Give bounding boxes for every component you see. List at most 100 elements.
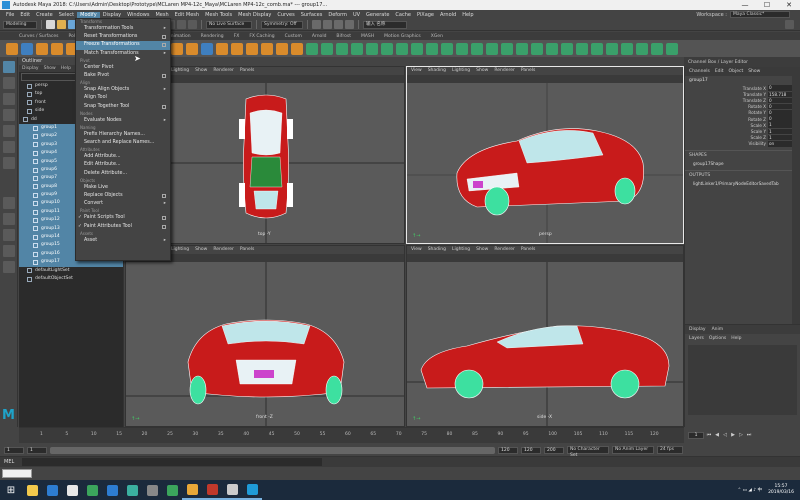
step-back-icon[interactable]: ◀ bbox=[714, 432, 720, 438]
shelf-tool-icon[interactable] bbox=[366, 42, 378, 55]
menu-item-snap-together-tool[interactable]: Snap Together Tool bbox=[76, 103, 170, 111]
viewport-menu-renderer[interactable]: Renderer bbox=[213, 67, 234, 75]
shelf-tool-icon[interactable] bbox=[231, 42, 243, 55]
taskbar-app-icon[interactable] bbox=[102, 480, 122, 500]
outliner-menu-help[interactable]: Help bbox=[61, 65, 71, 72]
attribute-value-field[interactable]: 158.718 bbox=[768, 91, 794, 98]
shelf-tool-icon[interactable] bbox=[351, 42, 363, 55]
viewport-menu-view[interactable]: View bbox=[411, 246, 422, 254]
snap-plane-icon[interactable] bbox=[188, 20, 197, 29]
menu-item-freeze-transformations[interactable]: Freeze Transformations bbox=[76, 41, 170, 50]
shelf-tab-motion-graphics[interactable]: Motion Graphics bbox=[379, 34, 426, 39]
close-button[interactable]: ✕ bbox=[778, 1, 800, 9]
outliner-item[interactable]: defaultObjectSet bbox=[19, 275, 123, 283]
shelf-tab-fx[interactable]: FX bbox=[229, 34, 245, 39]
viewport-menu-lighting[interactable]: Lighting bbox=[452, 67, 470, 75]
open-scene-icon[interactable] bbox=[57, 20, 66, 29]
step-forward-icon[interactable]: ▷ bbox=[738, 432, 744, 438]
ipr-render-icon[interactable] bbox=[334, 20, 343, 29]
shelf-tool-icon[interactable] bbox=[576, 42, 588, 55]
render-current-icon[interactable] bbox=[323, 20, 332, 29]
viewport-menu-panels[interactable]: Panels bbox=[240, 246, 254, 254]
menu-set-dropdown[interactable]: Modeling bbox=[3, 20, 37, 29]
scale-tool-icon[interactable] bbox=[3, 141, 15, 153]
rotate-tool-icon[interactable] bbox=[3, 125, 15, 137]
shelf-tool-icon[interactable] bbox=[201, 42, 213, 55]
shelf-tab-arnold[interactable]: Arnold bbox=[307, 34, 332, 39]
shelf-tab-mash[interactable]: MASH bbox=[356, 34, 379, 39]
shelf-tool-icon[interactable] bbox=[546, 42, 558, 55]
play-back-icon[interactable]: ◁ bbox=[722, 432, 728, 438]
shelf-tool-icon[interactable] bbox=[51, 42, 63, 55]
shelf-tool-icon[interactable] bbox=[291, 42, 303, 55]
range-slider-bar[interactable] bbox=[50, 446, 495, 454]
fps-dropdown[interactable]: 24 fps bbox=[657, 446, 683, 454]
shelf-tool-icon[interactable] bbox=[561, 42, 573, 55]
layer-tab-anim[interactable]: Anim bbox=[712, 327, 724, 332]
shelf-tool-icon[interactable] bbox=[471, 42, 483, 55]
attribute-value-field[interactable]: 1 bbox=[768, 128, 794, 135]
viewport-front[interactable]: ViewShadingLightingShowRendererPanels ↑→… bbox=[125, 245, 405, 427]
menu-item-evaluate-nodes[interactable]: Evaluate Nodes ▸ bbox=[76, 117, 170, 125]
attribute-value-field[interactable]: 0 bbox=[768, 103, 794, 110]
max-frame-field[interactable]: 200 bbox=[544, 446, 564, 454]
attribute-value-field[interactable]: 0 bbox=[768, 110, 794, 116]
menu-mesh-display[interactable]: Mesh Display bbox=[235, 12, 274, 18]
shelf-tool-icon[interactable] bbox=[456, 42, 468, 55]
menu-edit[interactable]: Edit bbox=[17, 12, 33, 18]
single-pane-layout-icon[interactable] bbox=[3, 197, 15, 209]
viewport-menu-panels[interactable]: Panels bbox=[521, 67, 535, 75]
shelf-tool-icon[interactable] bbox=[336, 42, 348, 55]
viewport-menu-renderer[interactable]: Renderer bbox=[494, 246, 515, 254]
side-panel-tabs[interactable] bbox=[792, 67, 800, 327]
menu-item-convert[interactable]: Convert ▸ bbox=[76, 200, 170, 208]
outputs-node[interactable]: lightLinker1/PrimaryNodeEditorSavedTab bbox=[685, 180, 800, 187]
menu-item-transformation-tools[interactable]: Transformation Tools ▸ bbox=[76, 25, 170, 33]
menu-item-search-and-replace-names[interactable]: Search and Replace Names... bbox=[76, 139, 170, 147]
outliner-item[interactable]: defaultLightSet bbox=[19, 267, 123, 275]
shelf-tool-icon[interactable] bbox=[531, 42, 543, 55]
end-frame-field[interactable]: 120 bbox=[521, 446, 541, 454]
menu-item-align-tool[interactable]: Align Tool bbox=[76, 94, 170, 102]
minimized-window[interactable] bbox=[2, 469, 32, 478]
layer-menu-layers[interactable]: Layers bbox=[689, 336, 704, 341]
shelf-tool-icon[interactable] bbox=[636, 42, 648, 55]
option-box-icon[interactable] bbox=[162, 73, 166, 78]
viewport-menu-lighting[interactable]: Lighting bbox=[452, 246, 470, 254]
menu-item-snap-align-objects[interactable]: Snap Align Objects ▸ bbox=[76, 86, 170, 94]
channel-box-menu-edit[interactable]: Edit bbox=[715, 69, 724, 74]
graph-layout-icon[interactable] bbox=[3, 261, 15, 273]
taskbar-app-icon[interactable] bbox=[142, 480, 162, 500]
attribute-value-field[interactable]: 0 bbox=[768, 116, 794, 122]
outliner-menu-display[interactable]: Display bbox=[22, 65, 39, 72]
viewport-menu-lighting[interactable]: Lighting bbox=[171, 246, 189, 254]
live-surface-field[interactable]: No Live Surface bbox=[206, 20, 252, 29]
viewport-menu-show[interactable]: Show bbox=[476, 246, 488, 254]
tray-icons[interactable]: ⌃ ▭ ◢ ♪ 中 bbox=[737, 487, 762, 493]
option-box-icon[interactable] bbox=[162, 104, 166, 109]
menu-item-add-attribute[interactable]: Add Attribute... bbox=[76, 153, 170, 161]
snap-point-icon[interactable] bbox=[177, 20, 186, 29]
outliner-layout-icon[interactable] bbox=[3, 245, 15, 257]
taskbar-app-icon[interactable] bbox=[242, 480, 262, 500]
menu-windows[interactable]: Windows bbox=[124, 12, 152, 18]
shelf-tool-icon[interactable] bbox=[651, 42, 663, 55]
viewport-menu-lighting[interactable]: Lighting bbox=[171, 67, 189, 75]
viewport-persp[interactable]: View Shading Lighting Show Renderer Panels ↑→… bbox=[406, 66, 684, 244]
attribute-value-field[interactable]: 0 bbox=[768, 97, 794, 104]
menu-surfaces[interactable]: Surfaces bbox=[298, 12, 326, 18]
start-frame-field[interactable]: 1 bbox=[4, 446, 24, 454]
menu-edit-mesh[interactable]: Edit Mesh bbox=[172, 12, 202, 18]
playback-start-field[interactable]: 1 bbox=[27, 446, 47, 454]
channel-box-menu-channels[interactable]: Channels bbox=[689, 69, 710, 74]
lasso-tool-icon[interactable] bbox=[3, 77, 15, 89]
attribute-value-field[interactable]: 0 bbox=[768, 85, 794, 91]
menu-item-asset[interactable]: Asset ▸ bbox=[76, 237, 170, 245]
channel-box-menu-show[interactable]: Show bbox=[748, 69, 760, 74]
taskbar-app-icon[interactable] bbox=[162, 480, 182, 500]
taskbar-app-icon[interactable] bbox=[202, 480, 222, 500]
two-pane-layout-icon[interactable] bbox=[3, 229, 15, 241]
option-box-icon[interactable] bbox=[162, 35, 166, 40]
attribute-value-field[interactable]: on bbox=[768, 141, 794, 147]
render-settings-icon[interactable] bbox=[345, 20, 354, 29]
